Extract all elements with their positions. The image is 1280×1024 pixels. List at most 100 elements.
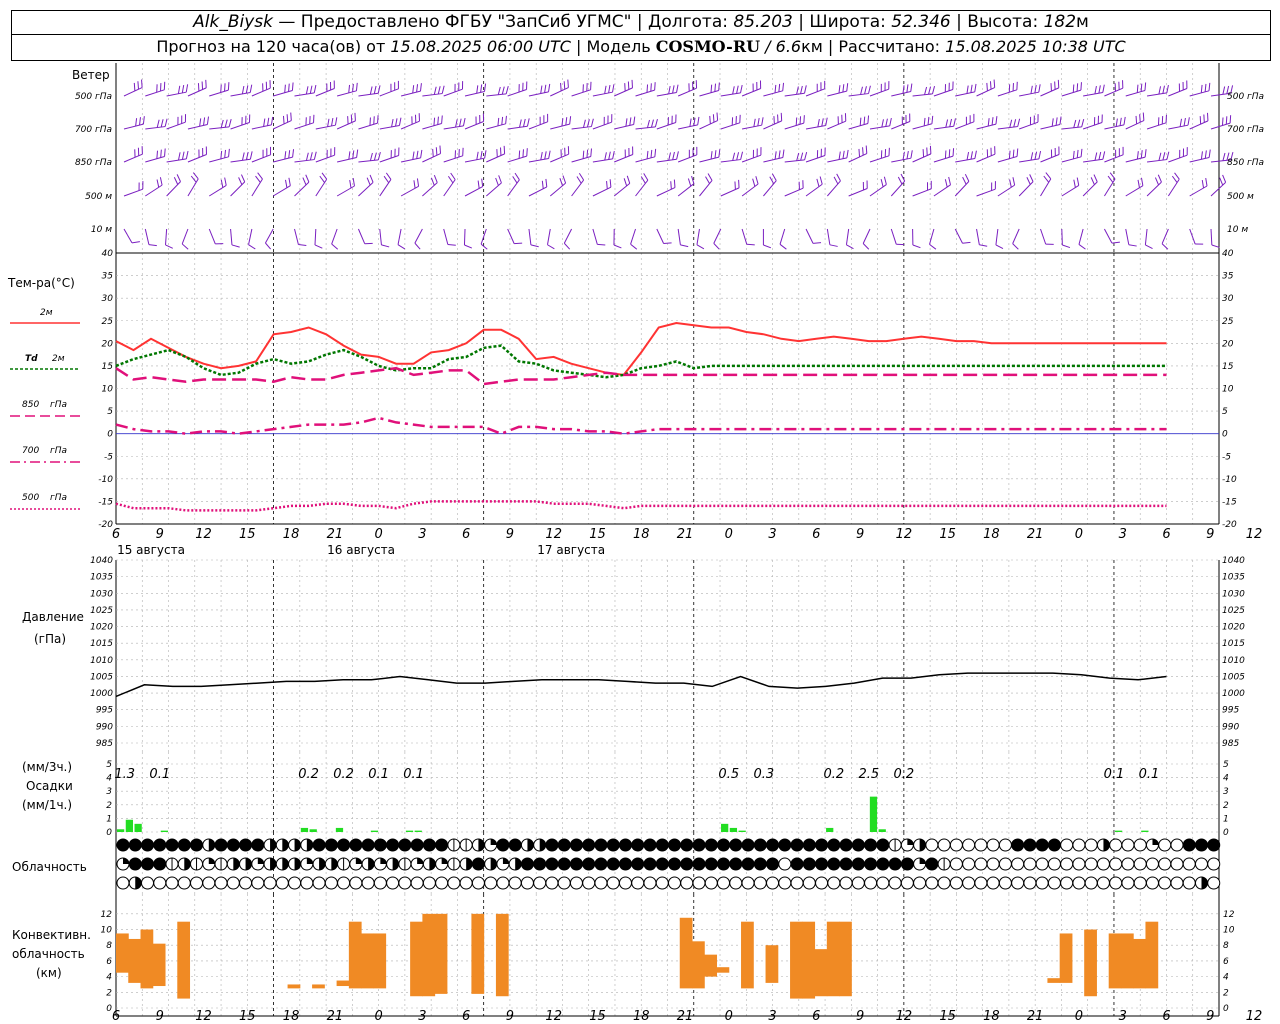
wind-barb (890, 228, 897, 245)
wind-barb-feather (484, 83, 487, 92)
prec-y-tick-right: 4 (1223, 774, 1229, 784)
cloud-clear-icon (300, 876, 314, 890)
wind-barb-feather (135, 118, 138, 127)
wind-barb (656, 187, 676, 197)
cloud-half-fill (282, 839, 289, 851)
wind-barb-feather (313, 84, 317, 93)
wind-barb (1019, 91, 1039, 97)
wind-barb (397, 228, 402, 245)
x-tick-label: 6 (812, 1009, 820, 1024)
wind-barb-feather (993, 79, 996, 88)
wind-barb-feather (1076, 83, 1079, 92)
wind-barb-feather (447, 243, 456, 246)
wind-barb-feather (714, 83, 717, 92)
wind-barb-feather (755, 176, 759, 185)
cloud-clear-icon (962, 838, 976, 852)
cloud-overcast-icon (422, 838, 436, 852)
x-tick-label: 18 (983, 527, 1000, 542)
wind-barb (592, 228, 598, 245)
cloud-clear-icon (802, 876, 816, 890)
wind-barb-feather (291, 82, 294, 91)
conv-y-tick-right: 12 (1223, 910, 1235, 920)
wind-barb (891, 91, 911, 97)
wind-barb-feather (185, 150, 189, 159)
wind-barb-feather (646, 84, 649, 93)
pres-y-tick-right: 1030 (1222, 589, 1245, 599)
wind-barb (507, 179, 520, 197)
wind-barb-feather (139, 117, 141, 126)
pres-y-tick: 985 (96, 739, 113, 749)
wind-barb (1125, 90, 1146, 97)
wind-barb (443, 228, 449, 245)
wind-barb (379, 125, 400, 130)
wind-barb-feather (803, 115, 805, 124)
precip-3h-label: 0.2 (298, 767, 319, 782)
cloud-clear-icon (1194, 857, 1208, 871)
cloud-overcast-icon (116, 838, 130, 852)
wind-barb (869, 88, 889, 97)
cloud-clear-icon (925, 876, 939, 890)
prec-y-tick: 4 (106, 774, 112, 784)
wind-barb-feather (420, 149, 423, 158)
wind-barb-feather (459, 118, 462, 127)
wind-barb (912, 123, 933, 130)
wind-level-500hpa-right: 500 гПа (1227, 92, 1264, 102)
cloud-clear-icon (398, 876, 412, 890)
wind-barb (1161, 228, 1169, 244)
x-tick-label: 12 (545, 1009, 562, 1024)
wind-barb-feather (366, 177, 371, 186)
precip-bar (1141, 830, 1149, 832)
wind-barb (1040, 124, 1061, 130)
wind-barb-feather (991, 117, 994, 126)
cloud-overcast-icon (177, 838, 191, 852)
wind-barb (955, 158, 976, 163)
wind-barb (443, 88, 463, 97)
wind-barb-feather (910, 83, 913, 92)
cloud-overcast-icon (864, 857, 878, 871)
cloud-quarter-fill (257, 858, 264, 864)
cloud-clear-icon (1170, 876, 1184, 890)
wind-barb-feather (284, 151, 287, 160)
cloud-overcast-icon (643, 838, 657, 852)
cloud-overcast-icon (398, 838, 412, 852)
wind-barb-feather (1073, 179, 1076, 188)
wind-barb-feather (1072, 150, 1075, 159)
conv-label-3: (км) (36, 966, 62, 980)
wind-barb-feather (964, 173, 970, 182)
wind-barb-feather (1080, 148, 1083, 157)
wind-barb (230, 181, 246, 197)
wind-barb-feather (819, 176, 823, 185)
x-tick-label: 21 (1027, 527, 1044, 542)
wind-barb-feather (1174, 172, 1180, 180)
wind-barb-feather (284, 84, 286, 93)
cloud-half-fill (466, 858, 473, 870)
cloud-quarter-fill (502, 858, 509, 864)
wind-barb (1078, 228, 1084, 245)
prec-y-tick-right: 3 (1223, 787, 1229, 797)
wind-barb (550, 123, 570, 130)
cloud-clear-icon (288, 876, 302, 890)
wind-barb (784, 92, 805, 97)
cloud-clear-icon (974, 876, 988, 890)
convective-bar (128, 938, 142, 983)
wind-barb-feather (1098, 151, 1102, 160)
wind-barb (331, 228, 338, 245)
wind-barb-feather (846, 244, 854, 250)
wind-barb (976, 228, 980, 245)
cloud-half-fill (527, 839, 534, 851)
cloud-overcast-icon (815, 857, 829, 871)
wind-barb (933, 155, 954, 163)
wind-barb-feather (752, 178, 756, 187)
cloud-half-fill (135, 877, 142, 889)
wind-barb-feather (331, 243, 339, 250)
wind-barb-feather (1137, 179, 1140, 188)
pres-y-tick-right: 985 (1222, 739, 1239, 749)
cloud-clear-icon (974, 838, 988, 852)
wind-barb (1146, 122, 1167, 130)
wind-barb-feather (842, 84, 845, 93)
wind-barb-feather (518, 150, 521, 159)
wind-barbs-layer (123, 79, 1234, 250)
prec-y-tick: 0 (106, 828, 112, 838)
wind-barb-feather (220, 84, 222, 93)
wind-barb (869, 155, 890, 163)
